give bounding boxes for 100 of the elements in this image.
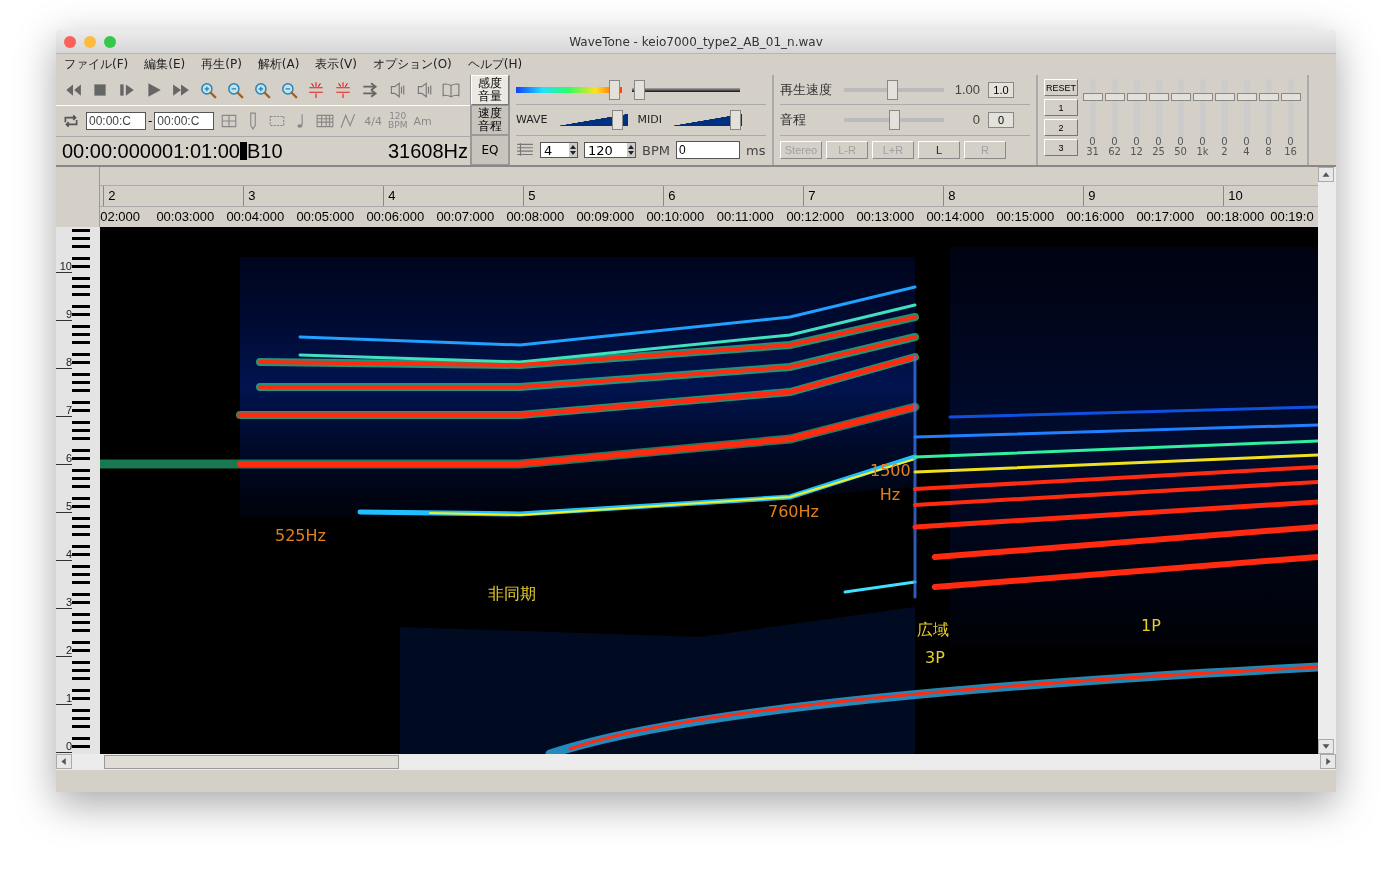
loop-icon[interactable] [62,112,80,130]
bar-number: 8 [943,186,1084,206]
frequency-readout: 31608Hz [387,139,468,163]
scroll-left-icon[interactable] [56,754,72,769]
pitch-reset-button[interactable]: 0 [988,112,1014,128]
zoom-out-icon[interactable] [280,81,298,99]
eq-preset-button[interactable]: 3 [1044,139,1078,156]
menu-item[interactable]: 再生(P) [201,56,242,73]
arrows-icon[interactable] [361,81,379,99]
step-forward-icon[interactable] [118,81,136,99]
zoom-icon[interactable] [104,35,116,48]
slider-thumb[interactable] [1280,92,1301,101]
slider-thumb[interactable] [1258,92,1279,101]
bar-number: 5 [523,186,664,206]
scroll-down-icon[interactable] [1318,739,1334,754]
bar-number: 4 [383,186,524,206]
menu-item[interactable]: 編集(E) [144,56,186,73]
menu-item[interactable]: ヘルプ(H) [467,56,523,73]
eq-band-label: 2 [1221,147,1228,157]
eq-band-label: 50 [1174,147,1187,157]
pitch-reading: 0 [971,112,980,128]
eq-band-label: 25 [1152,147,1165,157]
side-tab[interactable]: EQ [471,135,509,165]
stop-icon[interactable] [91,81,109,99]
ms-label: ms [746,142,766,158]
channel-button[interactable]: L [918,141,960,160]
slider-thumb[interactable] [1236,92,1257,101]
slider-thumb[interactable] [608,79,620,100]
time-label: 00:05:000 [295,208,356,226]
beats-spinner[interactable]: 4 [540,142,578,159]
eq-preset-button[interactable]: RESET [1044,79,1078,96]
slider-thumb[interactable] [1082,92,1103,101]
menu-item[interactable]: オプション(O) [373,56,452,73]
bar-number: 7 [803,186,944,206]
speed-reset-button[interactable]: 1.0 [988,81,1014,98]
eq-band-label: 16 [1284,147,1297,157]
slider-thumb[interactable] [611,110,623,130]
eq-gain-value: 0 [1199,137,1206,147]
slider-thumb[interactable] [1126,92,1147,101]
tempo-spinner[interactable]: 120 [584,142,636,159]
bar-number: 3 [243,186,384,206]
menu-item[interactable]: 解析(A) [257,56,300,73]
eq-gain-value: 0 [1265,137,1272,147]
time-label: 00:12:000 [785,208,846,226]
time-label: 00:18:000 [1205,208,1266,226]
side-tab[interactable]: 感度音量 [471,75,509,105]
menu-item[interactable]: 表示(V) [315,56,357,73]
scrollbar-thumb[interactable] [104,755,399,769]
slider-thumb[interactable] [1104,92,1125,101]
scroll-right-icon[interactable] [1320,754,1336,769]
midi-label: MIDI [637,113,663,127]
grid-icon[interactable] [316,112,335,130]
time-label: 00:15:000 [995,208,1056,226]
side-tab[interactable]: 速度音程 [471,105,509,135]
slider-thumb[interactable] [730,110,742,130]
offset-field[interactable]: 0 [676,141,740,160]
slider-thumb[interactable] [887,79,899,100]
eq-gain-value: 0 [1133,137,1140,147]
loop-start-field[interactable]: 00:00:C [86,112,146,130]
scroll-up-icon[interactable] [1318,167,1335,182]
time-label: 00:06:000 [365,208,426,226]
time-label: 02:000 [100,208,142,226]
time-label: 00:19:0 [1270,208,1315,226]
speaker-icon[interactable] [415,81,433,99]
eq-gain-value: 0 [1111,137,1118,147]
time-label: 00:14:000 [925,208,986,226]
annotation-label: 1500 Hz [870,460,910,506]
slider-thumb[interactable] [1192,92,1213,101]
slider-thumb[interactable] [1148,92,1169,101]
book-icon[interactable] [442,81,460,99]
eq-preset-button[interactable]: 1 [1044,99,1078,116]
eq-gain-value: 0 [1155,137,1162,147]
eq-preset-button[interactable]: 2 [1044,119,1078,136]
zoom-in-icon[interactable] [199,81,217,99]
speed-label: 再生速度 [780,80,833,99]
layout-icon[interactable] [220,112,239,130]
menu-item[interactable]: ファイル(F) [64,56,129,73]
slider-thumb[interactable] [633,79,645,100]
time-label: 00:07:000 [435,208,496,226]
note-name: B10 [246,139,283,163]
slider-thumb[interactable] [889,110,900,130]
marker-icon[interactable] [307,81,325,99]
slider-thumb[interactable] [1170,92,1191,101]
speaker-icon[interactable] [388,81,406,99]
eq-gain-value: 0 [1089,137,1096,147]
eq-band-label: 31 [1086,147,1099,157]
eq-gain-value: 0 [1287,137,1294,147]
slider-thumb[interactable] [1214,92,1235,101]
window-title: WaveTone - keio7000_type2_AB_01_n.wav [568,34,824,49]
loop-end-field[interactable]: 00:00:C [154,112,215,130]
eq-band-label: 62 [1108,147,1121,157]
bar-number: 6 [663,186,804,206]
zoom-in-icon[interactable] [253,81,271,99]
annotation-label: 広域 [917,619,949,641]
zoom-out-icon[interactable] [226,81,244,99]
eq-band-label: 8 [1265,147,1272,157]
close-icon[interactable] [64,35,76,48]
play-icon[interactable] [145,81,163,99]
minimize-icon[interactable] [84,35,96,48]
marker-icon[interactable] [334,81,352,99]
